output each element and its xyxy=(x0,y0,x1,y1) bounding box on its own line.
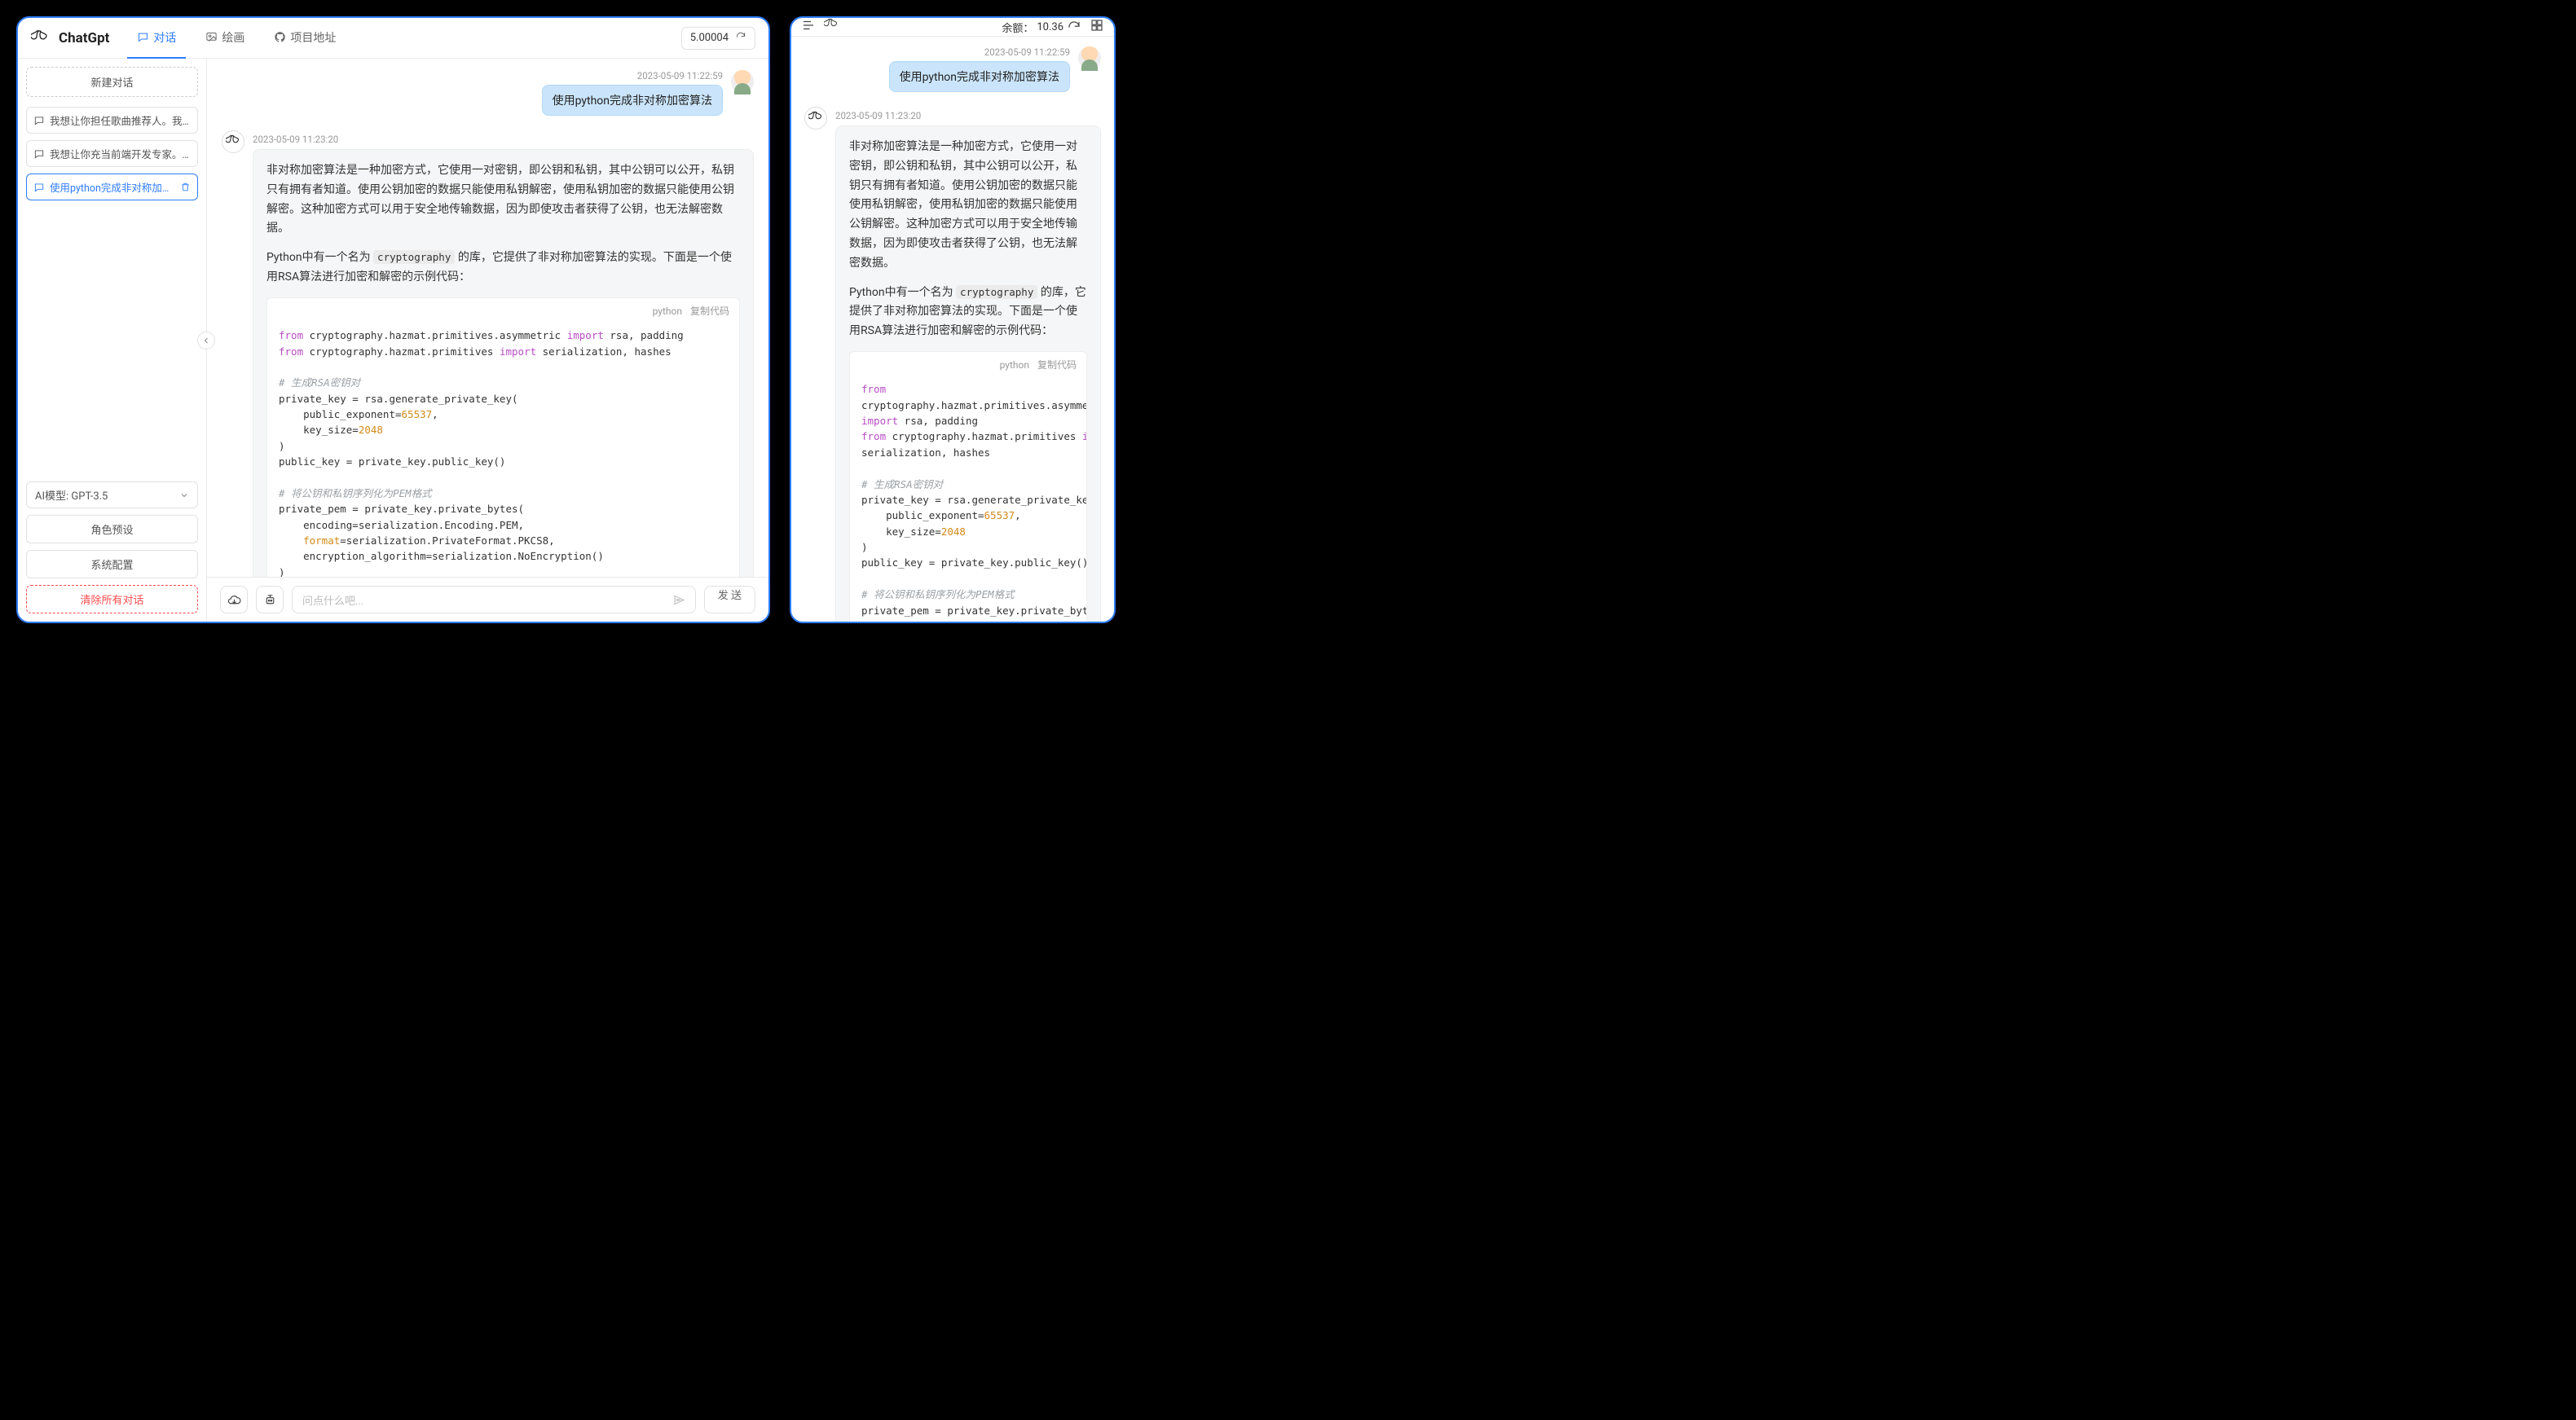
top-bar: ChatGpt 对话 绘画 项目地址 5.00004 xyxy=(18,18,768,59)
sidebar: 新建对话 我想让你担任歌曲推荐人。我将为... 我想让你充当前端开发专家。我将.… xyxy=(18,59,207,622)
user-message-bubble: 使用python完成非对称加密算法 xyxy=(542,85,723,116)
history-item-label: 我想让你担任歌曲推荐人。我将为... xyxy=(50,112,191,128)
user-avatar xyxy=(731,70,754,93)
assistant-paragraph: 非对称加密算法是一种加密方式，它使用一对密钥，即公钥和私钥，其中公钥可以公开，私… xyxy=(849,138,1087,274)
refresh-icon[interactable] xyxy=(735,31,746,46)
tab-draw[interactable]: 绘画 xyxy=(196,18,254,59)
tab-repo[interactable]: 项目地址 xyxy=(264,18,346,59)
history-item-1[interactable]: 我想让你充当前端开发专家。我将... xyxy=(26,140,198,167)
send-plane-icon xyxy=(673,594,685,606)
history-item-label: 使用python完成非对称加密算法 xyxy=(50,179,175,195)
balance-label: 余额： xyxy=(1002,20,1033,35)
chat-icon xyxy=(33,115,45,126)
system-config-button[interactable]: 系统配置 xyxy=(26,550,198,578)
apps-grid-icon[interactable] xyxy=(1090,18,1104,36)
brand-name: ChatGpt xyxy=(59,30,109,46)
copy-code-button[interactable]: 复制代码 xyxy=(690,303,729,319)
assistant-message-bubble: 非对称加密算法是一种加密方式，它使用一对密钥，即公钥和私钥，其中公钥可以公开，私… xyxy=(253,149,754,577)
code-lang-label: python xyxy=(653,303,682,319)
inline-code: cryptography xyxy=(956,285,1037,299)
assistant-message-row: 2023-05-09 11:23:20 非对称加密算法是一种加密方式，它使用一对… xyxy=(804,107,1101,623)
mobile-window: 余额： 10.36 2023-05-09 11:22:59 使用python完成… xyxy=(790,16,1116,623)
tab-draw-label: 绘画 xyxy=(222,29,244,46)
message-scroll[interactable]: 2023-05-09 11:22:59 使用python完成非对称加密算法 20… xyxy=(791,37,1114,623)
user-message-row: 2023-05-09 11:22:59 使用python完成非对称加密算法 xyxy=(804,46,1101,92)
mobile-top-bar: 余额： 10.36 xyxy=(791,18,1114,37)
tab-chat-label: 对话 xyxy=(153,29,176,46)
user-avatar xyxy=(1078,46,1101,69)
balance-value: 10.36 xyxy=(1037,21,1063,33)
desktop-window: ChatGpt 对话 绘画 项目地址 5.00004 新建对话 我想让你担任歌曲… xyxy=(16,16,770,623)
message-input-placeholder: 问点什么吧... xyxy=(302,592,363,608)
assistant-paragraph: 非对称加密算法是一种加密方式，它使用一对密钥，即公钥和私钥，其中公钥可以公开，私… xyxy=(266,161,740,239)
brand-logo-icon xyxy=(824,18,839,36)
code-block: python 复制代码 from cryptography.hazmat.pri… xyxy=(849,351,1087,623)
role-preset-button[interactable]: 角色预设 xyxy=(26,515,198,543)
history-item-2[interactable]: 使用python完成非对称加密算法 xyxy=(26,174,198,200)
assistant-message-row: 2023-05-09 11:23:20 非对称加密算法是一种加密方式，它使用一对… xyxy=(222,130,754,577)
chat-icon xyxy=(33,182,45,193)
menu-icon[interactable] xyxy=(801,18,816,36)
composer: 问点什么吧... 发 送 xyxy=(207,577,768,622)
new-chat-button[interactable]: 新建对话 xyxy=(26,67,198,97)
brand-logo-icon xyxy=(31,29,49,47)
assistant-avatar xyxy=(222,130,244,153)
model-select[interactable]: AI模型: GPT-3.5 xyxy=(26,481,198,508)
assistant-message-time: 2023-05-09 11:23:20 xyxy=(835,110,921,121)
chat-icon xyxy=(137,31,149,43)
user-message-row: 2023-05-09 11:22:59 使用python完成非对称加密算法 xyxy=(222,70,754,116)
model-select-label: AI模型: GPT-3.5 xyxy=(35,487,108,503)
balance-value: 5.00004 xyxy=(690,32,729,44)
message-scroll[interactable]: 2023-05-09 11:22:59 使用python完成非对称加密算法 20… xyxy=(207,59,768,577)
tab-repo-label: 项目地址 xyxy=(290,29,336,46)
chat-area: 2023-05-09 11:22:59 使用python完成非对称加密算法 20… xyxy=(207,59,768,622)
send-button[interactable]: 发 送 xyxy=(704,586,755,613)
assistant-avatar xyxy=(804,107,827,130)
history-item-label: 我想让你充当前端开发专家。我将... xyxy=(50,146,191,161)
github-icon xyxy=(274,31,286,43)
chevron-down-icon xyxy=(179,490,189,500)
refresh-icon[interactable] xyxy=(1067,20,1081,34)
balance-chip[interactable]: 5.00004 xyxy=(681,27,755,50)
code-lang-label: python xyxy=(1000,357,1029,373)
balance-chip[interactable]: 余额： 10.36 xyxy=(1002,20,1081,35)
history-item-0[interactable]: 我想让你担任歌曲推荐人。我将为... xyxy=(26,107,198,134)
tab-chat[interactable]: 对话 xyxy=(127,18,186,59)
chevron-left-icon xyxy=(201,336,211,345)
user-message-time: 2023-05-09 11:22:59 xyxy=(637,70,723,81)
role-button[interactable] xyxy=(256,586,284,613)
assistant-message-time: 2023-05-09 11:23:20 xyxy=(253,134,338,145)
assistant-paragraph: Python中有一个名为 cryptography 的库，它提供了非对称加密算法… xyxy=(849,284,1087,341)
assistant-paragraph: Python中有一个名为 cryptography 的库，它提供了非对称加密算法… xyxy=(266,248,740,288)
sidebar-collapse-handle[interactable] xyxy=(197,332,215,350)
chat-icon xyxy=(33,148,45,160)
export-button[interactable] xyxy=(220,586,248,613)
trash-icon[interactable] xyxy=(180,182,191,192)
inline-code: cryptography xyxy=(373,250,455,264)
clear-all-button[interactable]: 清除所有对话 xyxy=(26,585,198,613)
code-body: from cryptography.hazmat.primitives.asym… xyxy=(267,324,739,577)
assistant-message-bubble: 非对称加密算法是一种加密方式，它使用一对密钥，即公钥和私钥，其中公钥可以公开，私… xyxy=(835,125,1101,623)
code-block: python 复制代码 from cryptography.hazmat.pri… xyxy=(266,297,740,577)
user-message-time: 2023-05-09 11:22:59 xyxy=(984,46,1070,58)
user-message-bubble: 使用python完成非对称加密算法 xyxy=(889,61,1070,92)
copy-code-button[interactable]: 复制代码 xyxy=(1037,357,1077,373)
image-icon xyxy=(205,31,218,43)
message-input[interactable]: 问点什么吧... xyxy=(292,586,696,613)
code-body: from cryptography.hazmat.primitives.asym… xyxy=(850,378,1086,623)
